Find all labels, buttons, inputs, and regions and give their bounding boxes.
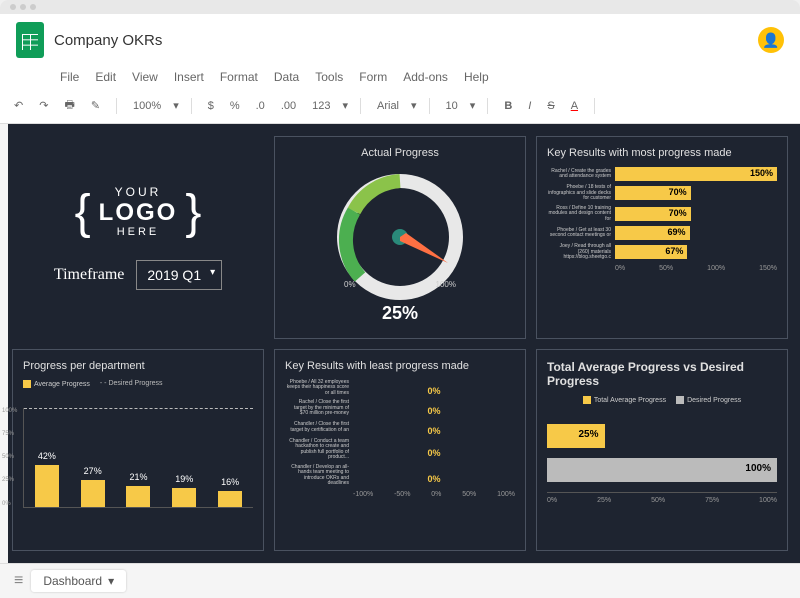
menu-form[interactable]: Form bbox=[359, 70, 387, 84]
decimal-inc[interactable]: .00 bbox=[277, 98, 300, 114]
hbar-row: Phoebe / 18 tests of infographics and sl… bbox=[547, 185, 777, 202]
logo-line2: LOGO bbox=[99, 200, 178, 226]
font-select[interactable]: Arial bbox=[373, 98, 403, 114]
redo-icon[interactable]: ↷ bbox=[35, 97, 52, 114]
document-title[interactable]: Company OKRs bbox=[54, 32, 162, 49]
menu-file[interactable]: File bbox=[60, 70, 79, 84]
dept-title: Progress per department bbox=[23, 360, 253, 372]
user-avatar[interactable]: 👤 bbox=[758, 27, 784, 53]
compare-bar-a: 25% bbox=[547, 424, 605, 448]
hbar-row: Phoebe / All 32 employees keeps their ha… bbox=[285, 380, 515, 397]
sheets-menu-icon[interactable]: ≡ bbox=[14, 572, 23, 590]
low-kr-panel: Key Results with least progress made Pho… bbox=[274, 349, 526, 552]
number-format[interactable]: 123 bbox=[308, 98, 334, 114]
menu-addons[interactable]: Add-ons bbox=[403, 70, 448, 84]
dept-panel: Progress per department Average Progress… bbox=[12, 349, 264, 552]
hbar-row: Chandler / Develop an all-hands team mee… bbox=[285, 465, 515, 487]
percent-icon[interactable]: % bbox=[226, 98, 244, 114]
gauge-max: 100% bbox=[436, 280, 456, 289]
chevron-down-icon[interactable]: ▾ bbox=[108, 574, 114, 588]
low-kr-title: Key Results with least progress made bbox=[285, 360, 515, 372]
fontsize-select[interactable]: 10 bbox=[442, 98, 462, 114]
compare-title: Total Average Progress vs Desired Progre… bbox=[547, 360, 777, 388]
zoom-select[interactable]: 100% bbox=[129, 98, 165, 114]
timeframe-select[interactable]: 2019 Q1 bbox=[136, 260, 222, 290]
sheets-icon[interactable] bbox=[16, 22, 44, 58]
hbar-row: Chandler / Close the first target by cer… bbox=[285, 421, 515, 435]
vbar: 21% Support bbox=[126, 486, 150, 507]
top-kr-title: Key Results with most progress made bbox=[547, 147, 777, 159]
brace-left-icon: { bbox=[75, 185, 91, 240]
menu-help[interactable]: Help bbox=[464, 70, 489, 84]
hbar-row: Ross / Define 10 training modules and de… bbox=[547, 206, 777, 223]
bold-icon[interactable]: B bbox=[500, 98, 516, 114]
brace-right-icon: } bbox=[185, 185, 201, 240]
vbar: 42% Education bbox=[35, 465, 59, 507]
paint-icon[interactable]: ✎ bbox=[87, 97, 104, 114]
hbar-row: Phoebe / Get at least 30 second contact … bbox=[547, 226, 777, 240]
print-icon[interactable]: 🖶 bbox=[60, 94, 78, 117]
window-titlebar bbox=[0, 0, 800, 14]
menu-edit[interactable]: Edit bbox=[95, 70, 116, 84]
sheet-tab-bar: ≡ Dashboard ▾ bbox=[0, 563, 800, 598]
hbar-row: Rachel / Create the grades and attendanc… bbox=[547, 167, 777, 181]
logo-placeholder: { YOUR LOGO HERE } bbox=[75, 185, 202, 240]
vbar: 19% HR bbox=[172, 488, 196, 507]
logo-line1: YOUR bbox=[99, 186, 178, 199]
vbar: 27% Marketing bbox=[81, 480, 105, 507]
italic-icon[interactable]: I bbox=[524, 98, 535, 114]
window-dot[interactable] bbox=[20, 4, 26, 10]
menu-view[interactable]: View bbox=[132, 70, 158, 84]
window-dot[interactable] bbox=[30, 4, 36, 10]
undo-icon[interactable]: ↶ bbox=[10, 97, 27, 114]
strike-icon[interactable]: S bbox=[543, 98, 558, 114]
menu-format[interactable]: Format bbox=[220, 70, 258, 84]
logo-panel: { YOUR LOGO HERE } Timeframe 2019 Q1 bbox=[12, 136, 264, 339]
hbar-row: Chandler / Conduct a team hackathon to c… bbox=[285, 439, 515, 461]
text-color-icon[interactable]: A bbox=[567, 98, 582, 114]
window-dot[interactable] bbox=[10, 4, 16, 10]
toolbar: ↶ ↷ 🖶 ✎ 100%▾ $ % .0 .00 123▾ Arial▾ 10▾… bbox=[0, 88, 800, 124]
gauge-min: 0% bbox=[344, 280, 356, 289]
hbar-row: Rachel / Close the first target by the m… bbox=[285, 400, 515, 417]
currency-icon[interactable]: $ bbox=[204, 98, 218, 114]
menu-data[interactable]: Data bbox=[274, 70, 299, 84]
compare-bar-b: 100% bbox=[547, 458, 777, 482]
logo-line3: HERE bbox=[99, 226, 178, 238]
menu-bar: File Edit View Insert Format Data Tools … bbox=[0, 66, 800, 88]
timeframe-label: Timeframe bbox=[54, 266, 125, 284]
top-kr-panel: Key Results with most progress made Rach… bbox=[536, 136, 788, 339]
hbar-row: Joey / Read through all (260) materials … bbox=[547, 244, 777, 261]
compare-panel: Total Average Progress vs Desired Progre… bbox=[536, 349, 788, 552]
gauge-title: Actual Progress bbox=[285, 147, 515, 159]
sheet-tab-dashboard[interactable]: Dashboard ▾ bbox=[31, 570, 126, 592]
decimal-dec[interactable]: .0 bbox=[252, 98, 269, 114]
menu-tools[interactable]: Tools bbox=[315, 70, 343, 84]
gauge-panel: Actual Progress 0% 100% 25% bbox=[274, 136, 526, 339]
app-header: Company OKRs 👤 bbox=[0, 14, 800, 66]
dashboard-canvas: { YOUR LOGO HERE } Timeframe 2019 Q1 Act… bbox=[0, 124, 800, 563]
menu-insert[interactable]: Insert bbox=[174, 70, 204, 84]
vbar: 16% Finance bbox=[218, 491, 242, 507]
